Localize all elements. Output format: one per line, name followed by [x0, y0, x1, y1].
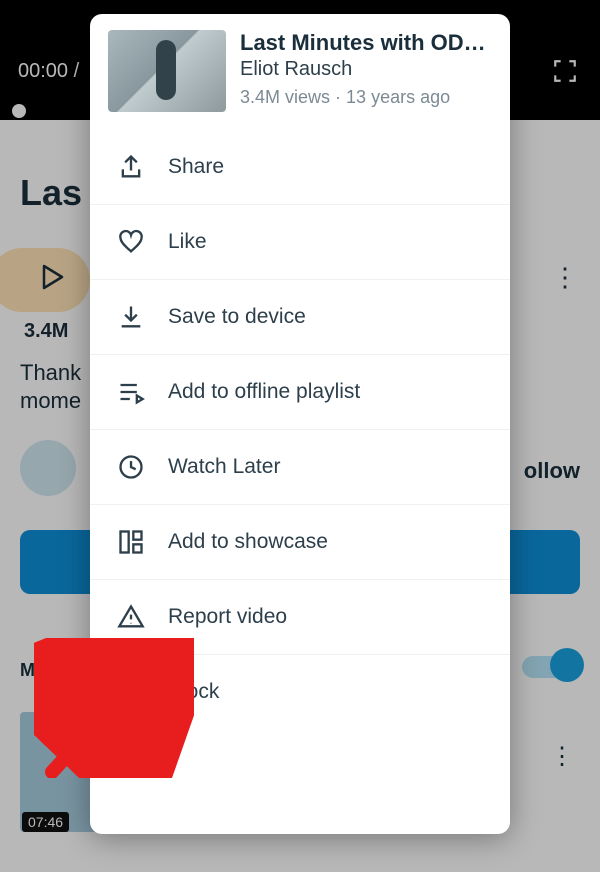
- menu-item-share[interactable]: Share: [90, 130, 510, 204]
- menu-item-label: Block: [168, 680, 219, 704]
- menu-item-label: Add to showcase: [168, 530, 328, 554]
- options-menu: Share Like Save to device Add to offline…: [90, 130, 510, 729]
- video-thumbnail: [108, 30, 226, 112]
- menu-item-label: Watch Later: [168, 455, 280, 479]
- playlist-icon: [116, 377, 146, 407]
- heart-icon: [116, 227, 146, 257]
- menu-item-like[interactable]: Like: [90, 204, 510, 279]
- showcase-icon: [116, 527, 146, 557]
- sheet-video-meta: 3.4M views · 13 years ago: [240, 87, 492, 108]
- menu-item-offline-playlist[interactable]: Add to offline playlist: [90, 354, 510, 429]
- menu-item-label: Share: [168, 155, 224, 179]
- menu-item-report[interactable]: Report video: [90, 579, 510, 654]
- sheet-header-text: Last Minutes with OD… Eliot Rausch 3.4M …: [240, 30, 492, 112]
- download-icon: [116, 302, 146, 332]
- menu-item-save[interactable]: Save to device: [90, 279, 510, 354]
- sheet-video-age: 13 years ago: [346, 87, 450, 107]
- menu-item-label: Report video: [168, 605, 287, 629]
- sheet-video-author: Eliot Rausch: [240, 58, 492, 81]
- sheet-video-views: 3.4M views: [240, 87, 330, 107]
- menu-item-label: Like: [168, 230, 207, 254]
- sheet-video-title: Last Minutes with OD…: [240, 30, 492, 56]
- meta-separator: ·: [335, 87, 346, 107]
- clock-icon: [116, 452, 146, 482]
- block-icon: [116, 677, 146, 707]
- options-sheet: Last Minutes with OD… Eliot Rausch 3.4M …: [90, 14, 510, 834]
- menu-item-watch-later[interactable]: Watch Later: [90, 429, 510, 504]
- sheet-header: Last Minutes with OD… Eliot Rausch 3.4M …: [90, 14, 510, 130]
- share-icon: [116, 152, 146, 182]
- menu-item-block[interactable]: Block: [90, 654, 510, 729]
- menu-item-label: Add to offline playlist: [168, 380, 360, 404]
- warning-icon: [116, 602, 146, 632]
- menu-item-showcase[interactable]: Add to showcase: [90, 504, 510, 579]
- menu-item-label: Save to device: [168, 305, 306, 329]
